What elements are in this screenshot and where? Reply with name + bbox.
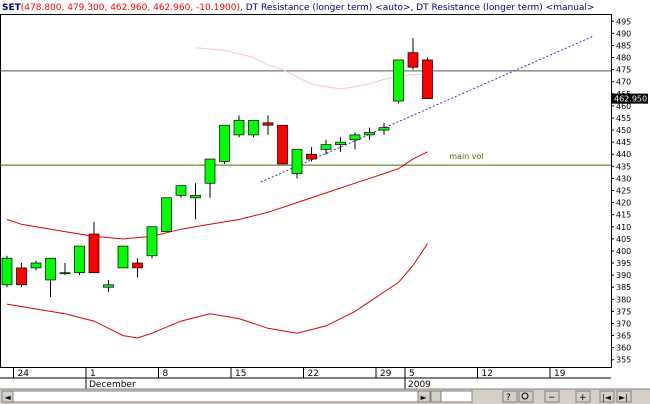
price-tick-label: 365 (616, 332, 631, 341)
day-tick-label: 15 (235, 369, 246, 379)
candle-body (30, 262, 42, 269)
scroll-thumb[interactable] (430, 390, 442, 403)
candle-body (219, 124, 230, 162)
price-tick-label: 415 (616, 211, 631, 220)
candle-body (335, 141, 346, 145)
price-tick-label: 450 (616, 126, 631, 135)
candle-body (204, 158, 216, 184)
candle-body (378, 127, 390, 131)
candle-body (146, 226, 158, 257)
last-price-label: 462.950 (614, 95, 647, 104)
candle-body (277, 124, 288, 165)
candle-body (190, 194, 201, 199)
price-tick-label: 405 (616, 235, 631, 244)
candle-body (422, 59, 433, 99)
candle-body (364, 132, 375, 136)
candle-body (45, 257, 56, 281)
candle-body (132, 262, 143, 269)
price-tick-label: 395 (616, 259, 631, 268)
help-icon: ? (506, 393, 511, 403)
day-tick-label: 1 (90, 369, 96, 379)
price-tick-label: 380 (616, 295, 631, 304)
price-tick-label: 410 (616, 223, 631, 232)
price-tick-label: 400 (616, 247, 631, 256)
candle-body (117, 245, 129, 269)
price-tick-label: 485 (616, 41, 631, 50)
price-tick-label: 445 (616, 138, 631, 147)
plus-icon: + (579, 393, 587, 403)
horizontal-scrollbar[interactable] (1, 390, 473, 403)
annotation-label: main vol (449, 152, 483, 161)
candle-body (407, 52, 419, 68)
price-tick-label: 375 (616, 307, 631, 316)
candle-body (349, 134, 361, 141)
price-tick-label: 390 (616, 271, 631, 280)
candle-body (175, 185, 187, 196)
price-tick-label: 385 (616, 283, 631, 292)
candle-body (1, 257, 13, 286)
bottom-toolbar: ◄ ► ? − + |◄ ►| (0, 388, 650, 404)
arrow-right-icon: ► (421, 393, 428, 402)
candle-body (74, 245, 85, 274)
candle-body (59, 272, 71, 275)
chart-title: SET(478.800, 479.300, 462.960, 462.960, … (2, 3, 594, 13)
candle-body (161, 197, 172, 232)
price-tick-label: 420 (616, 199, 631, 208)
price-tick-label: 455 (616, 114, 631, 123)
candle-body (88, 233, 100, 274)
price-tick-label: 355 (616, 356, 631, 365)
price-tick-label: 440 (616, 150, 631, 159)
price-tick-label: 435 (616, 162, 631, 171)
candle-body (320, 144, 332, 150)
day-tick-label: 8 (163, 369, 169, 379)
stock-chart: SET(478.800, 479.300, 462.960, 462.960, … (0, 0, 650, 404)
day-tick-label: 24 (18, 369, 30, 379)
day-tick-label: 12 (482, 369, 493, 379)
price-tick-label: 480 (616, 54, 631, 63)
candle-body (291, 149, 303, 174)
day-tick-label: 5 (409, 369, 415, 379)
price-tick-label: 490 (616, 29, 631, 38)
price-tick-label: 495 (616, 17, 631, 26)
candle-body (306, 153, 317, 160)
first-icon: |◄ (602, 393, 612, 402)
price-tick-label: 470 (616, 78, 631, 87)
candle-body (103, 284, 114, 288)
candle-body (16, 267, 27, 286)
arrow-left-icon: ◄ (5, 393, 12, 402)
day-tick-label: 19 (554, 369, 566, 379)
price-tick-label: 425 (616, 187, 631, 196)
chart-background (0, 0, 650, 404)
candle-body (233, 120, 245, 136)
price-tick-label: 430 (616, 174, 631, 183)
last-icon: ►| (619, 393, 628, 402)
price-tick-label: 370 (616, 319, 631, 328)
price-tick-label: 475 (616, 66, 631, 75)
day-tick-label: 29 (380, 369, 392, 379)
candle-body (248, 120, 259, 136)
price-tick-label: 360 (616, 344, 631, 353)
minus-icon: − (548, 393, 556, 403)
candle-body (393, 59, 404, 102)
candle-body (262, 122, 274, 126)
day-tick-label: 22 (308, 369, 319, 379)
